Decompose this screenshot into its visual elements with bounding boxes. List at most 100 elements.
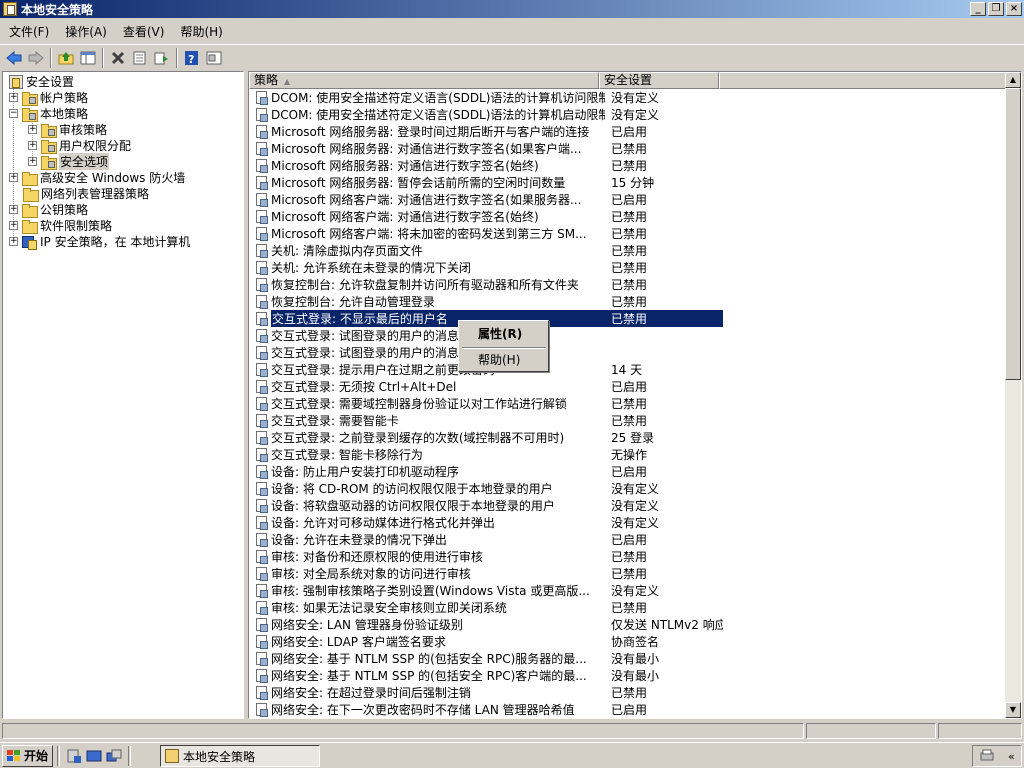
tree-item-firewall[interactable]: + 高级安全 Windows 防火墙 (9, 169, 185, 186)
policy-row[interactable]: 设备: 允许对可移动媒体进行格式化并弹出 没有定义 (249, 514, 1006, 531)
expand-icon[interactable]: + (9, 220, 18, 230)
back-icon[interactable] (3, 47, 25, 69)
policy-name: 交互式登录: 之前登录到缓存的次数(域控制器不可用时) (271, 431, 565, 445)
tree-item-software-restriction[interactable]: + 软件限制策略 (9, 217, 112, 234)
policy-row[interactable]: 设备: 将 CD-ROM 的访问权限仅限于本地登录的用户 没有定义 (249, 480, 1006, 497)
server-manager-icon[interactable] (64, 746, 84, 766)
taskbar-task-local-security-policy[interactable]: 本地安全策略 (160, 745, 320, 767)
policy-name: 交互式登录: 智能卡移除行为 (271, 448, 423, 462)
policy-row[interactable]: 交互式登录: 不显示最后的用户名 已禁用 (249, 310, 1006, 327)
column-header-policy[interactable]: 策略 ▲ (249, 72, 599, 89)
tree-root[interactable]: 安全设置 (7, 73, 74, 89)
policy-setting: 已禁用 (611, 567, 648, 581)
tree-item-audit-policy[interactable]: + 审核策略 (28, 121, 107, 138)
expand-icon[interactable]: + (9, 92, 18, 102)
tree-item-security-options[interactable]: + 安全选项 (28, 152, 110, 170)
ip-security-icon (21, 234, 37, 250)
export-icon[interactable] (151, 47, 173, 69)
tree-pane[interactable]: 安全设置 + 帐户策略 − 本地策略 + 审核策略 + 用户权限分配 + 安全选… (2, 71, 244, 719)
policy-row[interactable]: 网络安全: 基于 NTLM SSP 的(包括安全 RPC)服务器的最... 没有最… (249, 650, 1006, 667)
list-header: 策略 ▲ 安全设置 (249, 72, 1006, 89)
policy-row[interactable]: Microsoft 网络服务器: 登录时间过期后断开与客户端的连接 已启用 (249, 123, 1006, 140)
policy-row[interactable]: 审核: 如果无法记录安全审核则立即关闭系统 已禁用 (249, 599, 1006, 616)
policy-row[interactable]: 网络安全: LDAP 客户端签名要求 协商签名 (249, 633, 1006, 650)
policy-row[interactable]: 交互式登录: 提示用户在过期之前更改密码 14 天 (249, 361, 1006, 378)
show-desktop-icon[interactable] (84, 746, 104, 766)
switch-windows-icon[interactable] (104, 746, 124, 766)
policy-row[interactable]: 设备: 防止用户安装打印机驱动程序 已启用 (249, 463, 1006, 480)
expand-icon[interactable]: + (9, 236, 18, 246)
show-hide-tree-icon[interactable] (77, 47, 99, 69)
tree-item-network-list[interactable]: 网络列表管理器策略 (22, 185, 149, 202)
policy-name: 设备: 将软盘驱动器的访问权限仅限于本地登录的用户 (271, 499, 555, 513)
menu-help[interactable]: 帮助(H) (172, 22, 230, 42)
console-icon[interactable] (203, 47, 225, 69)
policy-row[interactable]: Microsoft 网络客户端: 将未加密的密码发送到第三方 SM... 已禁用 (249, 225, 1006, 242)
collapse-icon[interactable]: − (9, 108, 18, 118)
close-button[interactable]: × (1006, 2, 1022, 16)
policy-row[interactable]: 交互式登录: 智能卡移除行为 无操作 (249, 446, 1006, 463)
minimize-button[interactable]: _ (970, 2, 986, 16)
tree-item-ip-security[interactable]: + IP 安全策略，在 本地计算机 (9, 233, 190, 250)
scroll-thumb[interactable] (1005, 88, 1021, 380)
tree-item-public-key[interactable]: + 公钥策略 (9, 201, 88, 218)
policy-row[interactable]: 恢复控制台: 允许自动管理登录 已禁用 (249, 293, 1006, 310)
policy-row[interactable]: 审核: 强制审核策略子类别设置(Windows Vista 或更高版... 没有定… (249, 582, 1006, 599)
policy-row[interactable]: Microsoft 网络客户端: 对通信进行数字签名(如果服务器... 已启用 (249, 191, 1006, 208)
policy-setting: 没有最小 (611, 669, 660, 683)
start-button[interactable]: 开始 (2, 744, 54, 767)
menu-view[interactable]: 查看(V) (115, 22, 173, 42)
expand-icon[interactable]: + (28, 124, 37, 134)
policy-row[interactable]: Microsoft 网络服务器: 对通信进行数字签名(如果客户端... 已禁用 (249, 140, 1006, 157)
help-icon[interactable]: ? (181, 47, 203, 69)
policy-setting: 已禁用 (611, 159, 648, 173)
properties-icon[interactable] (129, 47, 151, 69)
policy-row[interactable]: 审核: 对全局系统对象的访问进行审核 已禁用 (249, 565, 1006, 582)
status-cell-2 (806, 723, 936, 739)
policy-row[interactable]: 关机: 清除虚拟内存页面文件 已禁用 (249, 242, 1006, 259)
policy-row[interactable]: 交互式登录: 试图登录的用户的消息 (249, 344, 1006, 361)
context-menu-properties[interactable]: 属性(R) (462, 325, 546, 343)
policy-row[interactable]: 网络安全: 在超过登录时间后强制注销 已禁用 (249, 684, 1006, 701)
policy-row[interactable]: 交互式登录: 试图登录的用户的消息 (249, 327, 1006, 344)
up-folder-icon[interactable] (55, 47, 77, 69)
policy-row[interactable]: DCOM: 使用安全描述符定义语言(SDDL)语法的计算机启动限制 没有定义 (249, 106, 1006, 123)
context-menu-help[interactable]: 帮助(H) (462, 351, 546, 369)
delete-icon[interactable] (107, 47, 129, 69)
policy-row[interactable]: 设备: 将软盘驱动器的访问权限仅限于本地登录的用户 没有定义 (249, 497, 1006, 514)
policy-row[interactable]: 交互式登录: 之前登录到缓存的次数(域控制器不可用时) 25 登录 (249, 429, 1006, 446)
scroll-down-button[interactable]: ▼ (1005, 702, 1021, 718)
printer-icon[interactable] (979, 748, 995, 765)
policy-row[interactable]: 恢复控制台: 允许软盘复制并访问所有驱动器和所有文件夹 已禁用 (249, 276, 1006, 293)
policy-row[interactable]: 交互式登录: 需要域控制器身份验证以对工作站进行解锁 已禁用 (249, 395, 1006, 412)
tree-item-user-rights[interactable]: + 用户权限分配 (28, 137, 131, 154)
expand-icon[interactable]: + (28, 156, 37, 166)
forward-icon[interactable] (25, 47, 47, 69)
policy-row[interactable]: Microsoft 网络服务器: 暂停会话前所需的空闲时间数量 15 分钟 (249, 174, 1006, 191)
policy-row[interactable]: 设备: 允许在未登录的情况下弹出 已启用 (249, 531, 1006, 548)
tree-item-account-policy[interactable]: + 帐户策略 (9, 89, 88, 106)
expand-icon[interactable]: + (9, 204, 18, 214)
policy-row[interactable]: 网络安全: 基于 NTLM SSP 的(包括安全 RPC)客户端的最... 没有最… (249, 667, 1006, 684)
policy-row[interactable]: 交互式登录: 无须按 Ctrl+Alt+Del 已启用 (249, 378, 1006, 395)
column-header-setting[interactable]: 安全设置 (599, 72, 719, 89)
tray-expand-icon[interactable]: « (1008, 750, 1015, 763)
policy-name: Microsoft 网络服务器: 暂停会话前所需的空闲时间数量 (271, 176, 566, 190)
tree-item-local-policy[interactable]: − 本地策略 (9, 105, 88, 122)
menu-action[interactable]: 操作(A) (57, 22, 115, 42)
policy-row[interactable]: 网络安全: LAN 管理器身份验证级别 仅发送 NTLMv2 响应 (249, 616, 1006, 633)
policy-row[interactable]: 审核: 对备份和还原权限的使用进行审核 已禁用 (249, 548, 1006, 565)
expand-icon[interactable]: + (28, 140, 37, 150)
menu-file[interactable]: 文件(F) (0, 22, 57, 42)
restore-button[interactable]: ❐ (988, 2, 1004, 16)
policy-row[interactable]: 网络安全: 在下一次更改密码时不存储 LAN 管理器哈希值 已启用 (249, 701, 1006, 718)
expand-icon[interactable]: + (9, 172, 18, 182)
policy-row[interactable]: Microsoft 网络服务器: 对通信进行数字签名(始终) 已禁用 (249, 157, 1006, 174)
policy-folder-icon (21, 107, 38, 122)
policy-row[interactable]: Microsoft 网络客户端: 对通信进行数字签名(始终) 已禁用 (249, 208, 1006, 225)
scroll-up-button[interactable]: ▲ (1005, 72, 1021, 88)
vertical-scrollbar[interactable]: ▲ ▼ (1005, 72, 1021, 718)
policy-row[interactable]: 关机: 允许系统在未登录的情况下关闭 已禁用 (249, 259, 1006, 276)
policy-row[interactable]: DCOM: 使用安全描述符定义语言(SDDL)语法的计算机访问限制 没有定义 (249, 89, 1006, 106)
policy-row[interactable]: 交互式登录: 需要智能卡 已禁用 (249, 412, 1006, 429)
